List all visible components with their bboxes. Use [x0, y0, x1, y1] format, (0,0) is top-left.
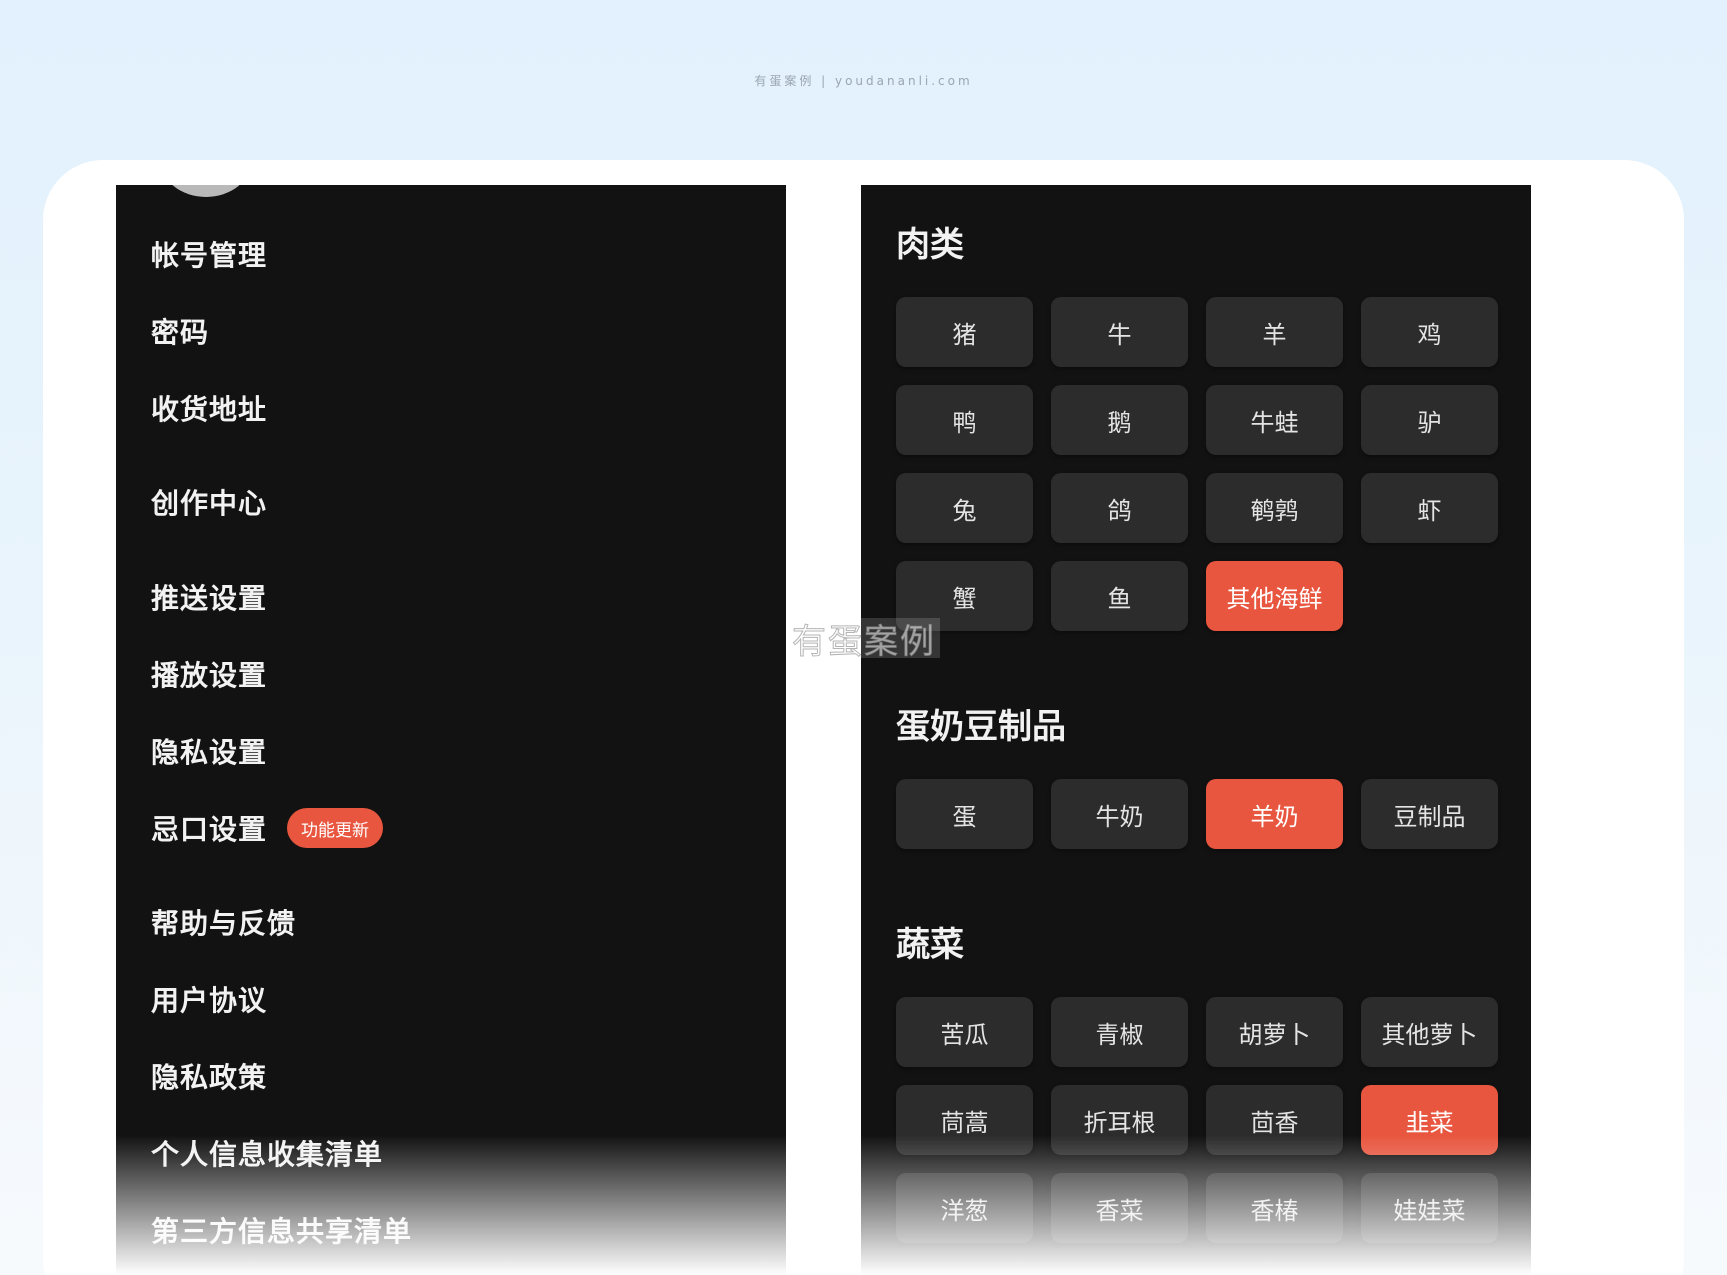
- chip-goat-milk[interactable]: 羊奶: [1206, 779, 1343, 849]
- chip-duck[interactable]: 鸭: [896, 385, 1033, 455]
- avatar[interactable]: [161, 185, 251, 197]
- chip-other-radish[interactable]: 其他萝卜: [1361, 997, 1498, 1067]
- food-category-panel: 肉类 猪 牛 羊 鸡 鸭 鹅 牛蛙 驴 兔 鸽 鹌鹑 虾 蟹 鱼 其他海鲜 蛋奶…: [861, 185, 1531, 1275]
- menu-item-push-settings[interactable]: 推送设置: [151, 577, 267, 617]
- chip-quail[interactable]: 鹌鹑: [1206, 473, 1343, 543]
- section-title-meat: 肉类: [896, 225, 964, 265]
- menu-item-privacy-settings[interactable]: 隐私设置: [151, 731, 267, 771]
- menu-item-shipping-address[interactable]: 收货地址: [151, 388, 267, 428]
- chip-goose[interactable]: 鹅: [1051, 385, 1188, 455]
- chip-crown-daisy[interactable]: 茼蒿: [896, 1085, 1033, 1155]
- menu-item-creator-center[interactable]: 创作中心: [151, 482, 267, 522]
- menu-item-label: 用户协议: [151, 984, 268, 1017]
- menu-item-label: 推送设置: [151, 582, 268, 615]
- chip-egg[interactable]: 蛋: [896, 779, 1033, 849]
- menu-item-label: 密码: [151, 316, 210, 349]
- menu-item-help-feedback[interactable]: 帮助与反馈: [151, 902, 296, 942]
- chip-fish[interactable]: 鱼: [1051, 561, 1188, 631]
- menu-item-label: 第三方信息共享清单: [151, 1215, 413, 1248]
- update-badge: 功能更新: [287, 808, 384, 848]
- chip-beef[interactable]: 牛: [1051, 297, 1188, 367]
- chip-houttuynia[interactable]: 折耳根: [1051, 1085, 1188, 1155]
- chip-bullfrog[interactable]: 牛蛙: [1206, 385, 1343, 455]
- chip-coriander[interactable]: 香菜: [1051, 1173, 1188, 1243]
- chip-green-pepper[interactable]: 青椒: [1051, 997, 1188, 1067]
- chip-cow-milk[interactable]: 牛奶: [1051, 779, 1188, 849]
- menu-item-label: 播放设置: [151, 659, 268, 692]
- menu-item-label: 隐私设置: [151, 736, 268, 769]
- chip-toona[interactable]: 香椿: [1206, 1173, 1343, 1243]
- menu-item-label: 帮助与反馈: [151, 907, 297, 940]
- chip-fennel[interactable]: 茴香: [1206, 1085, 1343, 1155]
- menu-item-dietary-restrictions[interactable]: 忌口设置 功能更新: [151, 808, 384, 848]
- menu-item-password[interactable]: 密码: [151, 311, 209, 351]
- section-title-vegetables: 蔬菜: [896, 925, 964, 965]
- menu-item-label: 创作中心: [151, 487, 268, 520]
- menu-item-third-party-sharing-list[interactable]: 第三方信息共享清单: [151, 1210, 412, 1250]
- chip-soy-products[interactable]: 豆制品: [1361, 779, 1498, 849]
- chip-chives[interactable]: 韭菜: [1361, 1085, 1498, 1155]
- chip-shrimp[interactable]: 虾: [1361, 473, 1498, 543]
- chip-pork[interactable]: 猪: [896, 297, 1033, 367]
- menu-item-label: 隐私政策: [151, 1061, 268, 1094]
- section-title-egg-dairy-soy: 蛋奶豆制品: [896, 707, 1066, 747]
- center-watermark: 有蛋案例: [788, 618, 940, 662]
- chip-donkey[interactable]: 驴: [1361, 385, 1498, 455]
- menu-item-user-agreement[interactable]: 用户协议: [151, 979, 267, 1019]
- chip-rabbit[interactable]: 兔: [896, 473, 1033, 543]
- settings-menu-panel: 帐号管理 密码 收货地址 创作中心 推送设置 播放设置 隐私设置 忌口设置 功能…: [116, 185, 786, 1275]
- menu-item-label: 收货地址: [151, 393, 268, 426]
- chip-bitter-melon[interactable]: 苦瓜: [896, 997, 1033, 1067]
- chip-other-seafood[interactable]: 其他海鲜: [1206, 561, 1343, 631]
- chip-pigeon[interactable]: 鸽: [1051, 473, 1188, 543]
- menu-item-privacy-policy[interactable]: 隐私政策: [151, 1056, 267, 1096]
- menu-item-personal-info-list[interactable]: 个人信息收集清单: [151, 1133, 383, 1173]
- chip-carrot[interactable]: 胡萝卜: [1206, 997, 1343, 1067]
- menu-item-playback-settings[interactable]: 播放设置: [151, 654, 267, 694]
- menu-item-label: 个人信息收集清单: [151, 1138, 384, 1171]
- chip-lamb[interactable]: 羊: [1206, 297, 1343, 367]
- watermark-top-text: 有蛋案例 | youdananli.com: [754, 74, 973, 88]
- menu-item-label: 帐号管理: [151, 239, 268, 272]
- chip-chicken[interactable]: 鸡: [1361, 297, 1498, 367]
- chip-onion[interactable]: 洋葱: [896, 1173, 1033, 1243]
- menu-item-label: 忌口设置: [151, 813, 268, 846]
- menu-item-account[interactable]: 帐号管理: [151, 234, 267, 274]
- chip-baby-cabbage[interactable]: 娃娃菜: [1361, 1173, 1498, 1243]
